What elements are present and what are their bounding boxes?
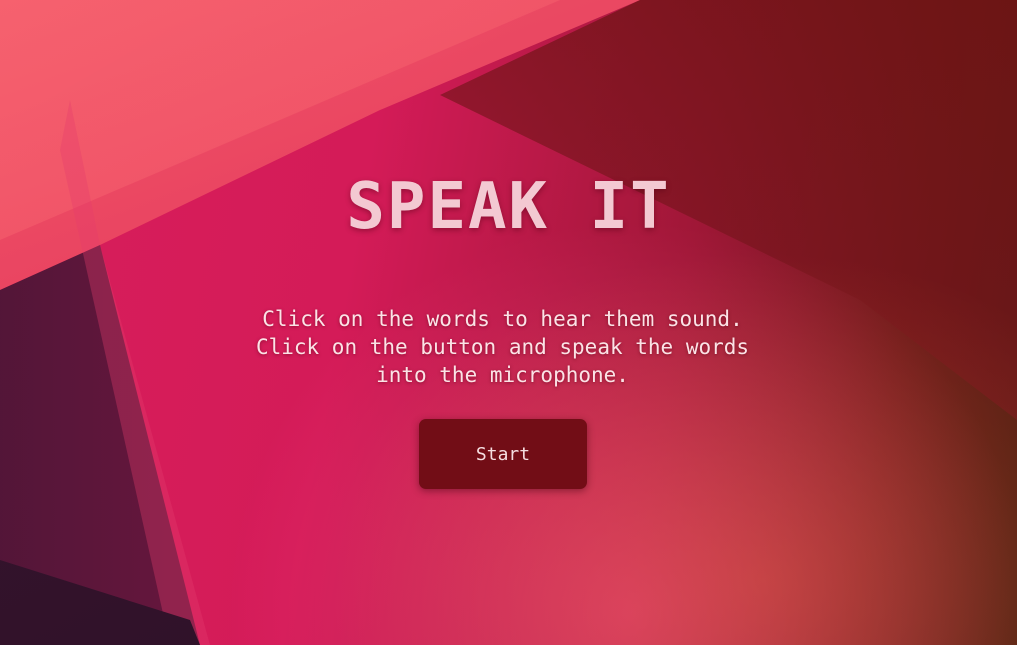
start-screen: SPEAK IT Click on the words to hear them… — [0, 0, 1017, 645]
start-button[interactable]: Start — [419, 419, 587, 489]
instructions-text: Click on the words to hear them sound. C… — [255, 307, 750, 387]
page-title: SPEAK IT — [346, 170, 671, 244]
